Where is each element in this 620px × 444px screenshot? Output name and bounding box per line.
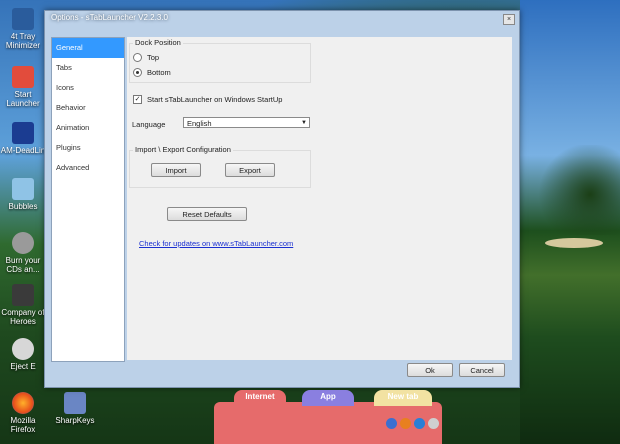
burn-cd-icon (12, 232, 34, 254)
sidebar-item-animation[interactable]: Animation (52, 118, 124, 138)
wallpaper-sand-trap (545, 238, 603, 248)
startup-checkbox[interactable]: ✓ Start sTabLauncher on Windows StartUp (133, 95, 282, 104)
dock-position-group (129, 43, 311, 83)
chevron-down-icon: ▼ (301, 120, 307, 126)
desktop-icon-tray-minimizer[interactable]: 4t Tray Minimizer (0, 8, 46, 50)
checkmark-icon: ✓ (133, 95, 142, 104)
desktop-icon-firefox[interactable]: Mozilla Firefox (0, 392, 46, 434)
import-button[interactable]: Import (151, 163, 201, 177)
options-sidebar: General Tabs Icons Behavior Animation Pl… (51, 37, 125, 362)
desktop-icon-company-of-heroes[interactable]: Company of Heroes (0, 284, 46, 326)
radio-top-circle (133, 53, 142, 62)
start-launcher-icon (12, 66, 34, 88)
desktop-icon-label: Eject E (10, 362, 36, 371)
dock-tab-new[interactable]: New tab (374, 390, 432, 406)
radio-top[interactable]: Top (133, 53, 159, 62)
desktop-icon-deadline[interactable]: AM-DeadLin (0, 122, 46, 155)
tray-minimizer-icon (12, 8, 34, 30)
language-label: Language (132, 120, 166, 129)
dock-launcher-icon[interactable] (386, 418, 397, 429)
desktop-icon-label: Start Launcher (6, 90, 40, 108)
export-button[interactable]: Export (225, 163, 275, 177)
bubbles-icon (12, 178, 34, 200)
startup-checkbox-label: Start sTabLauncher on Windows StartUp (147, 95, 283, 104)
language-select[interactable]: English ▼ (183, 117, 310, 128)
sidebar-item-behavior[interactable]: Behavior (52, 98, 124, 118)
stablauncher-dock: Internet App New tab (214, 390, 442, 444)
desktop-icon-label: Bubbles (8, 202, 38, 211)
desktop-icon-label: AM-DeadLin (0, 146, 46, 155)
desktop-icon-label: Mozilla Firefox (10, 416, 36, 434)
desktop-icon-label: 4t Tray Minimizer (5, 32, 41, 50)
reset-defaults-button[interactable]: Reset Defaults (167, 207, 247, 221)
window-title: Options - sTabLauncher V2.2.3.0 (51, 13, 168, 22)
sidebar-item-advanced[interactable]: Advanced (52, 158, 124, 178)
desktop-icon-label: SharpKeys (55, 416, 95, 425)
language-select-value: English (187, 119, 212, 128)
import-export-label: Import \ Export Configuration (133, 145, 233, 154)
radio-top-label: Top (147, 53, 160, 62)
radio-bottom-circle (133, 68, 142, 77)
sidebar-item-icons[interactable]: Icons (52, 78, 124, 98)
desktop-icon-start-launcher[interactable]: Start Launcher (0, 66, 46, 108)
eject-icon (12, 338, 34, 360)
wallpaper-trees (520, 145, 620, 235)
desktop-icon-sharpkeys[interactable]: SharpKeys (52, 392, 98, 425)
sidebar-item-tabs[interactable]: Tabs (52, 58, 124, 78)
check-updates-link[interactable]: Check for updates on www.sTabLauncher.co… (139, 239, 293, 248)
desktop-icon-burn-cd[interactable]: Burn your CDs an... (0, 232, 46, 274)
radio-bottom[interactable]: Bottom (133, 68, 171, 77)
deadline-icon (12, 122, 34, 144)
company-of-heroes-icon (12, 284, 34, 306)
sidebar-item-general[interactable]: General (52, 38, 124, 58)
desktop-icon-column: 4t Tray Minimizer Start Launcher AM-Dead… (0, 0, 48, 444)
firefox-icon[interactable] (400, 418, 411, 429)
options-window: Options - sTabLauncher V2.2.3.0 × Genera… (44, 10, 520, 388)
desktop-icon-bubbles[interactable]: Bubbles (0, 178, 46, 211)
desktop-icon-label: Burn your CDs an... (5, 256, 41, 274)
browser-icon[interactable] (428, 418, 439, 429)
sidebar-item-plugins[interactable]: Plugins (52, 138, 124, 158)
internet-explorer-icon[interactable] (414, 418, 425, 429)
dock-position-label: Dock Position (133, 38, 183, 47)
desktop-icon-eject[interactable]: Eject E (0, 338, 46, 371)
radio-bottom-label: Bottom (147, 68, 171, 77)
ok-button[interactable]: Ok (407, 363, 453, 377)
general-panel: Dock Position Top Bottom ✓ Start sTabLau… (127, 37, 512, 360)
dock-tab-app[interactable]: App (302, 390, 354, 406)
close-icon[interactable]: × (503, 14, 515, 25)
cancel-button[interactable]: Cancel (459, 363, 505, 377)
sharpkeys-icon (64, 392, 86, 414)
desktop-icon-label: Company of Heroes (1, 308, 45, 326)
firefox-icon (12, 392, 34, 414)
dock-tab-internet[interactable]: Internet (234, 390, 286, 406)
